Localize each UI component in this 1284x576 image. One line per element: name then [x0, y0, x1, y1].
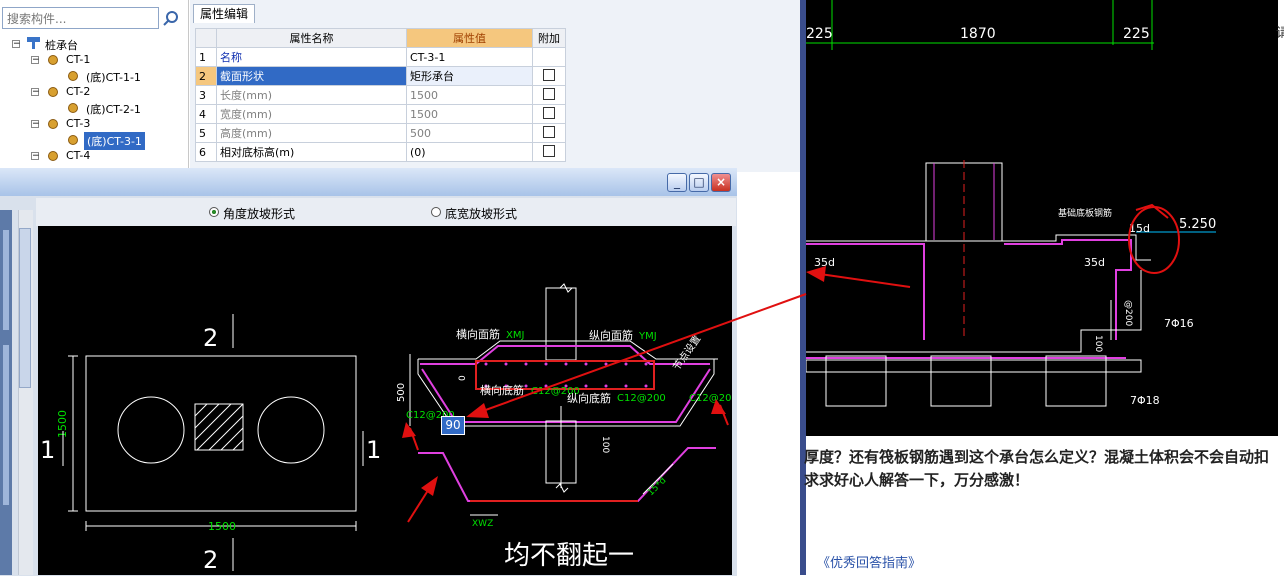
question-line-2: 求求好心人解答一下，万分感激！	[804, 471, 1030, 489]
answer-guide-link[interactable]: 《优秀回答指南》	[817, 552, 921, 571]
arrow-head	[806, 266, 826, 282]
annotation-arrows	[402, 266, 911, 523]
question-line-1: 厚度？还有筏板钢筋遇到这个承台怎么定义？混凝土体积会不会自动扣	[804, 448, 1270, 466]
edge-text: 请	[1276, 26, 1284, 41]
